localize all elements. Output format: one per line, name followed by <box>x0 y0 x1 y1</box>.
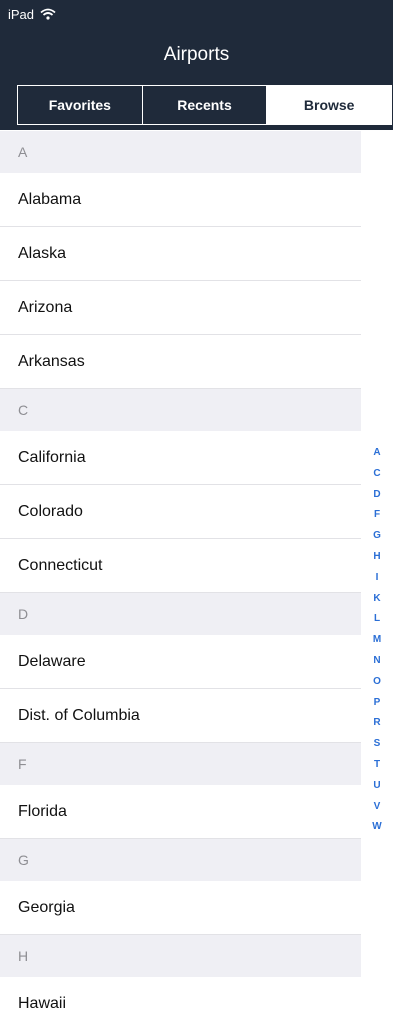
index-letter[interactable]: H <box>373 547 380 568</box>
list-item[interactable]: Hawaii <box>0 977 361 1031</box>
wifi-icon <box>40 8 56 20</box>
tab-browse[interactable]: Browse <box>267 86 392 124</box>
list-item-label: California <box>18 448 86 466</box>
list-item-label: Florida <box>18 802 67 820</box>
list-item[interactable]: Dist. of Columbia <box>0 689 361 743</box>
list-item-label: Arizona <box>18 298 73 316</box>
index-letter[interactable]: W <box>372 817 381 838</box>
list-item-label: Dist. of Columbia <box>18 706 140 724</box>
list-item[interactable]: Alaska <box>0 227 361 281</box>
index-letter[interactable]: M <box>373 630 381 651</box>
index-letter[interactable]: V <box>374 797 381 818</box>
index-letter[interactable]: P <box>374 693 381 714</box>
list-item-label: Alabama <box>18 190 82 208</box>
list-item[interactable]: Arkansas <box>0 335 361 389</box>
status-bar: iPad <box>8 4 56 24</box>
index-letter[interactable]: K <box>373 589 380 610</box>
list-item-label: Arkansas <box>18 352 85 370</box>
list-item-label: Colorado <box>18 502 83 520</box>
index-letter[interactable]: S <box>374 734 381 755</box>
index-letter[interactable]: N <box>373 651 380 672</box>
list-item[interactable]: Alabama <box>0 173 361 227</box>
section-header: G <box>0 839 361 881</box>
tab-favorites[interactable]: Favorites <box>18 86 143 124</box>
list-item[interactable]: Arizona <box>0 281 361 335</box>
page-title: Airports <box>163 44 230 65</box>
section-header: D <box>0 593 361 635</box>
list-item[interactable]: Georgia <box>0 881 361 935</box>
list-item-label: Alaska <box>18 244 67 262</box>
index-letter[interactable]: T <box>374 755 380 776</box>
section-header: A <box>0 131 361 173</box>
segmented-control: Favorites Recents Browse <box>17 85 392 125</box>
list-item-label: Georgia <box>18 898 75 916</box>
list-item[interactable]: Delaware <box>0 635 361 689</box>
section-header: C <box>0 389 361 431</box>
section-index: ACDFGHIKLMNOPRSTUVW <box>361 443 393 838</box>
index-letter[interactable]: U <box>373 776 380 797</box>
nav-header: iPad Airports Favorites Recents Browse <box>0 0 393 130</box>
section-header: F <box>0 743 361 785</box>
states-list: A Alabama Alaska Arizona Arkansas C California… <box>0 131 361 1031</box>
list-item-label: Delaware <box>18 652 86 670</box>
device-label: iPad <box>8 6 35 22</box>
index-letter[interactable]: C <box>373 464 380 485</box>
list-item-label: Hawaii <box>18 995 67 1012</box>
index-letter[interactable]: L <box>374 609 380 630</box>
index-letter[interactable]: F <box>374 505 380 526</box>
index-letter[interactable]: A <box>373 443 380 464</box>
index-letter[interactable]: O <box>373 672 381 693</box>
list-item[interactable]: Connecticut <box>0 539 361 593</box>
index-letter[interactable]: D <box>373 485 380 506</box>
list-item[interactable]: Colorado <box>0 485 361 539</box>
index-letter[interactable]: R <box>373 713 380 734</box>
index-letter[interactable]: I <box>376 568 379 589</box>
list-item[interactable]: California <box>0 431 361 485</box>
index-letter[interactable]: G <box>373 526 381 547</box>
tab-recents[interactable]: Recents <box>142 86 268 124</box>
list-item-label: Connecticut <box>18 556 103 574</box>
section-header: H <box>0 935 361 977</box>
list-item[interactable]: Florida <box>0 785 361 839</box>
